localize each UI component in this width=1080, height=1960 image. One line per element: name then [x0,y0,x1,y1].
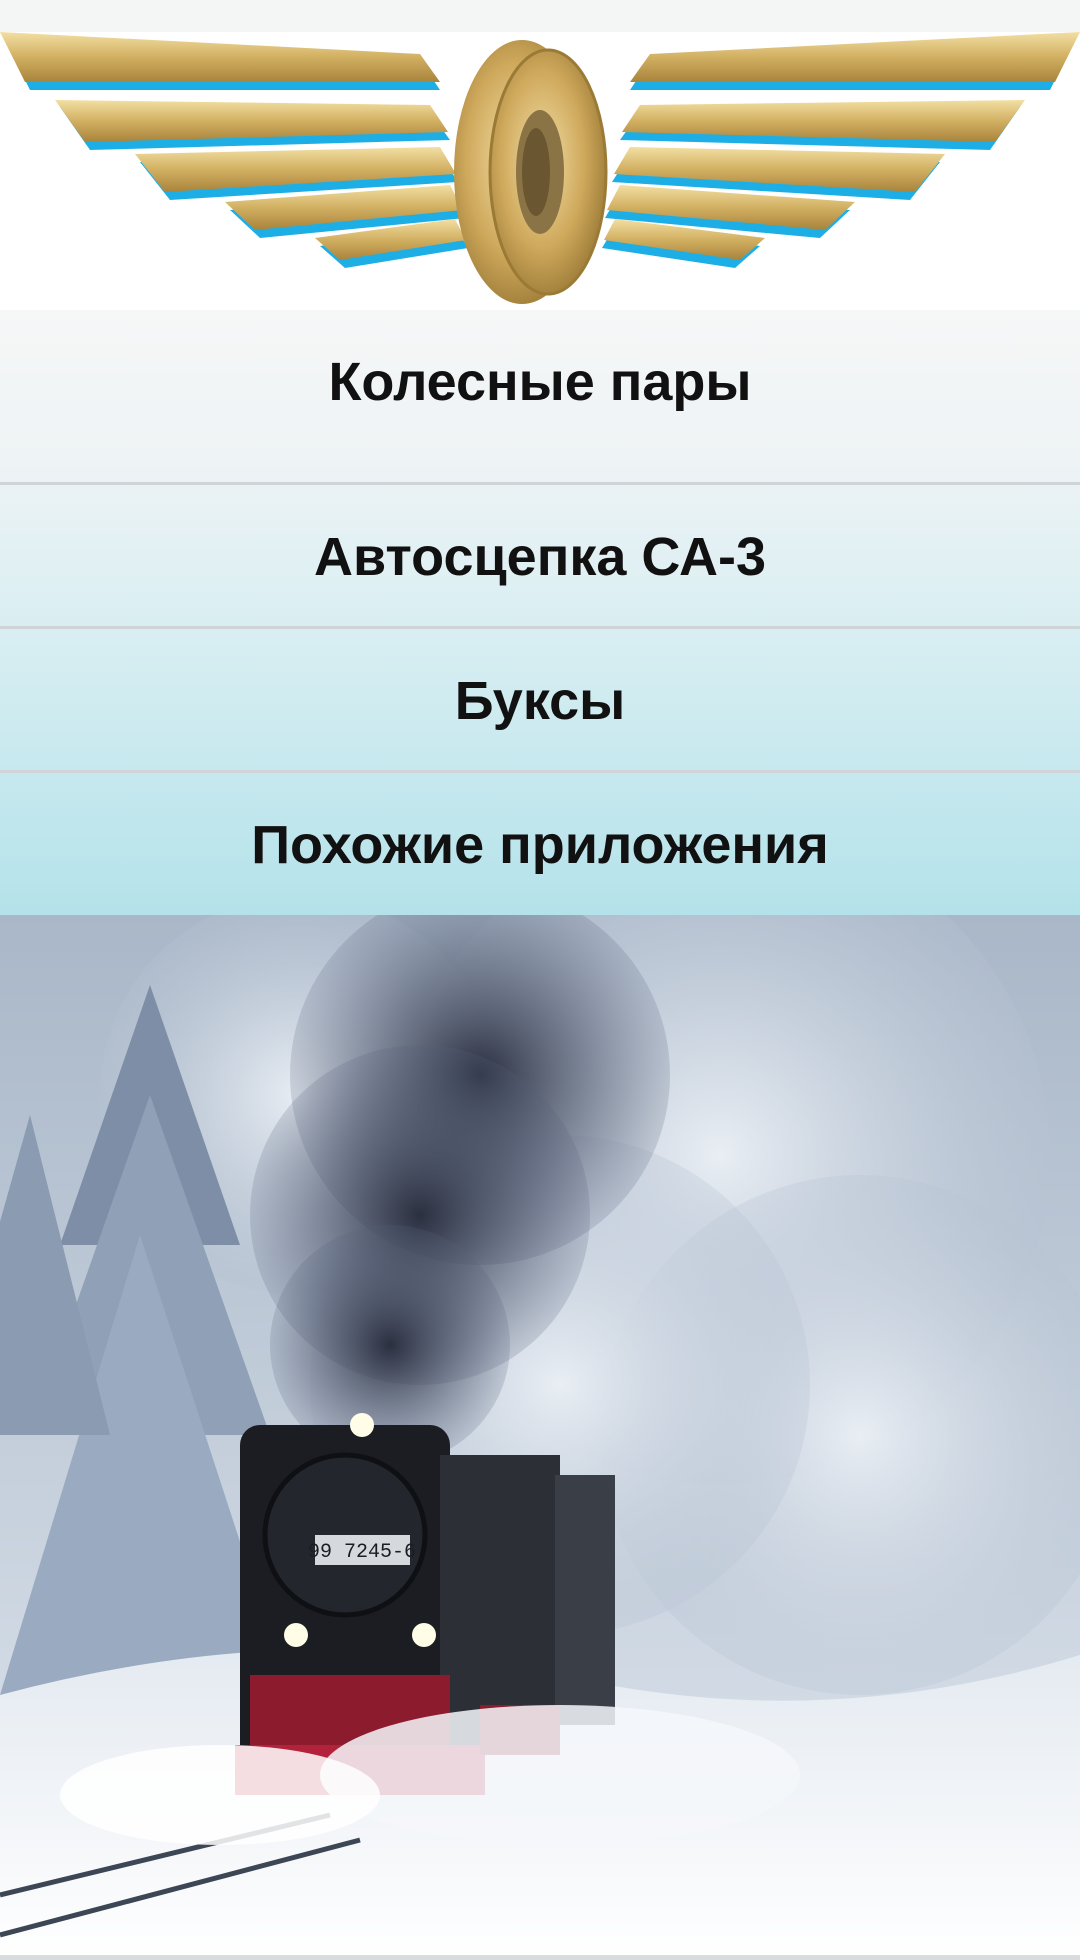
logo-header [0,32,1080,310]
right-wing [602,32,1080,268]
wheel-emblem [454,40,608,304]
steam-locomotive-in-snow-image: 99 7245-6 [0,915,1080,1960]
status-bar [0,0,1080,32]
hero-image: 99 7245-6 [0,915,1080,1960]
left-wing [0,32,468,268]
app-screen: Колесные пары Автосцепка СА-3 Буксы Похо… [0,0,1080,1960]
menu-item-automatic-coupler[interactable]: Автосцепка СА-3 [0,485,1080,629]
locomotive-number-plate: 99 7245-6 [308,1541,416,1564]
menu-item-axle-boxes[interactable]: Буксы [0,629,1080,773]
menu-item-wheelsets[interactable]: Колесные пары [0,310,1080,454]
menu-item-label: Колесные пары [328,352,752,412]
main-menu: Колесные пары Автосцепка СА-3 Буксы Похо… [0,310,1080,915]
bottom-edge [0,1955,1080,1960]
menu-item-label: Похожие приложения [251,815,829,875]
winged-wheel-logo-icon [0,32,1080,304]
menu-item-similar-apps[interactable]: Похожие приложения [0,773,1080,917]
menu-item-label: Буксы [454,671,626,731]
menu-item-label: Автосцепка СА-3 [313,527,767,587]
